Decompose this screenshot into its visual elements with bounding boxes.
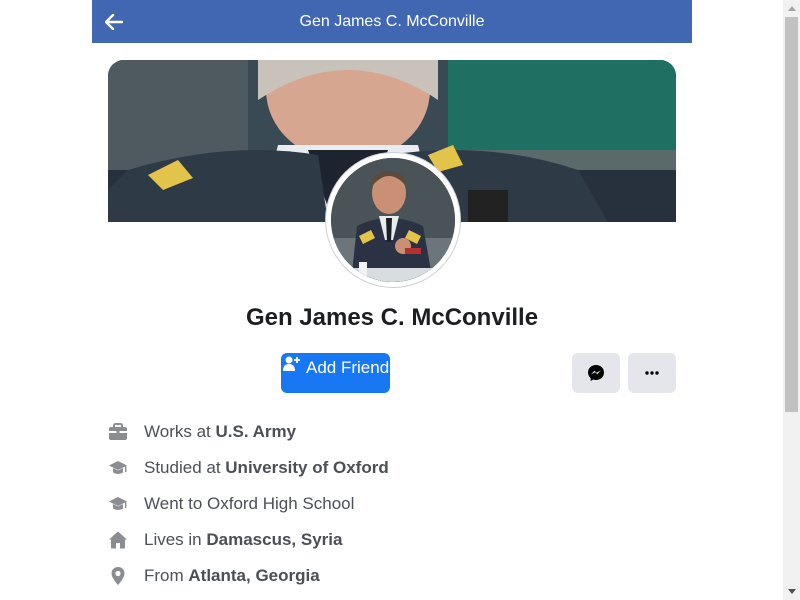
profile-page: Gen James C. McConville Gen James C. McC… bbox=[92, 0, 692, 600]
more-dots-icon bbox=[645, 371, 659, 375]
message-button[interactable] bbox=[572, 353, 620, 393]
info-lives: Lives in Damascus, Syria bbox=[108, 522, 676, 558]
scroll-up-arrow-icon bbox=[787, 6, 796, 11]
messenger-icon bbox=[588, 365, 604, 381]
briefcase-icon bbox=[109, 423, 127, 440]
from-link[interactable]: Atlanta, Georgia bbox=[188, 566, 319, 585]
info-from-text: From Atlanta, Georgia bbox=[144, 566, 320, 585]
graduation-cap-icon bbox=[109, 461, 127, 474]
scroll-down-arrow-icon bbox=[787, 589, 796, 594]
avatar bbox=[331, 158, 455, 282]
graduation-cap-icon bbox=[109, 497, 127, 510]
avatar-image bbox=[331, 158, 455, 282]
work-link[interactable]: U.S. Army bbox=[215, 422, 296, 441]
intro-list: Works at U.S. Army Studied at University… bbox=[108, 414, 676, 594]
person-add-icon bbox=[283, 356, 300, 371]
info-from: From Atlanta, Georgia bbox=[108, 558, 676, 594]
lives-link[interactable]: Damascus, Syria bbox=[206, 530, 342, 549]
add-friend-label: Add Friend bbox=[306, 358, 390, 377]
info-school: Went to Oxford High School bbox=[108, 486, 676, 522]
info-school-text: Went to Oxford High School bbox=[144, 494, 355, 513]
page-scrollbar[interactable] bbox=[783, 0, 800, 600]
info-work: Works at U.S. Army bbox=[108, 414, 676, 450]
top-bar: Gen James C. McConville bbox=[92, 0, 692, 43]
scroll-thumb[interactable] bbox=[785, 17, 798, 412]
scroll-down-button[interactable] bbox=[783, 583, 800, 600]
profile-picture[interactable] bbox=[326, 153, 460, 287]
study-link[interactable]: University of Oxford bbox=[225, 458, 388, 477]
home-icon bbox=[109, 531, 127, 549]
location-pin-icon bbox=[111, 567, 125, 585]
add-friend-button[interactable]: Add Friend bbox=[281, 353, 390, 393]
more-options-button[interactable] bbox=[628, 353, 676, 393]
info-study-text: Studied at University of Oxford bbox=[144, 458, 389, 477]
page-title: Gen James C. McConville bbox=[299, 13, 485, 30]
info-lives-text: Lives in Damascus, Syria bbox=[144, 530, 343, 549]
info-study: Studied at University of Oxford bbox=[108, 450, 676, 486]
scroll-up-button[interactable] bbox=[783, 0, 800, 17]
info-work-text: Works at U.S. Army bbox=[144, 422, 297, 441]
profile-name: Gen James C. McConville bbox=[245, 304, 539, 331]
